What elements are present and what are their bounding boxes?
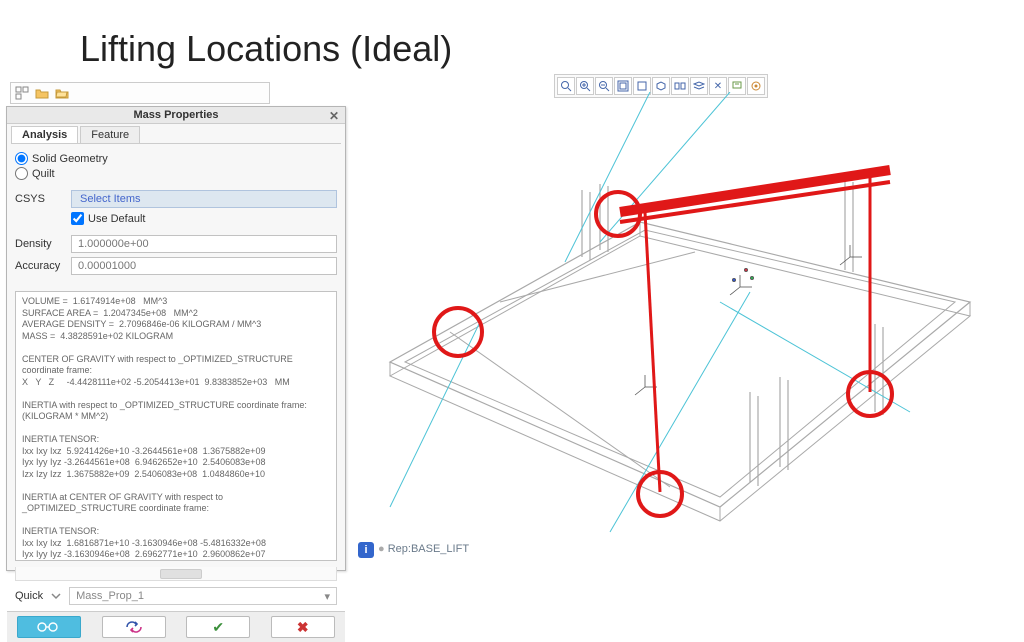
use-default-label: Use Default — [88, 213, 145, 225]
annotation-overlay — [434, 170, 892, 516]
base-frame — [390, 180, 970, 521]
slide-title: Lifting Locations (Ideal) — [80, 28, 452, 70]
accuracy-field[interactable]: 0.00001000 — [71, 257, 337, 275]
dialog-title-bar: Mass Properties ✕ — [7, 107, 345, 124]
mass-properties-dialog: Mass Properties ✕ Analysis Feature Solid… — [6, 106, 346, 571]
accuracy-label: Accuracy — [15, 260, 71, 272]
quick-label: Quick — [15, 590, 43, 602]
radio-quilt-input[interactable] — [15, 167, 28, 180]
density-label: Density — [15, 238, 71, 250]
radio-solid-label: Solid Geometry — [32, 153, 108, 165]
dialog-title: Mass Properties — [134, 109, 219, 121]
check-icon: ✔ — [212, 619, 224, 636]
radio-solid-geometry[interactable]: Solid Geometry — [15, 152, 337, 165]
repeat-button[interactable] — [102, 616, 166, 638]
model-tree-bar — [10, 82, 270, 104]
folder-open-icon[interactable] — [55, 86, 69, 100]
x-icon: ✖ — [297, 619, 309, 636]
csys-glyph-center — [730, 268, 754, 295]
quick-dropdown-icon[interactable] — [49, 589, 63, 603]
cancel-button[interactable]: ✖ — [271, 616, 335, 638]
radio-solid-input[interactable] — [15, 152, 28, 165]
tab-feature[interactable]: Feature — [80, 126, 140, 143]
use-default-checkbox[interactable] — [71, 212, 84, 225]
csys-glyph-right — [840, 245, 862, 265]
radio-quilt[interactable]: Quilt — [15, 167, 337, 180]
tab-analysis[interactable]: Analysis — [11, 126, 78, 143]
tab-strip: Analysis Feature — [11, 126, 341, 144]
tree-icon[interactable] — [15, 86, 29, 100]
use-default-row[interactable]: Use Default — [71, 212, 337, 225]
density-field[interactable]: 1.000000e+00 — [71, 235, 337, 253]
csys-label: CSYS — [15, 193, 71, 205]
model-viewport[interactable] — [350, 92, 1020, 552]
csys-select-items[interactable]: Select Items — [71, 190, 337, 208]
ok-button[interactable]: ✔ — [186, 616, 250, 638]
results-scrollbar[interactable] — [15, 567, 337, 581]
close-icon[interactable]: ✕ — [329, 109, 339, 123]
results-text[interactable]: VOLUME = 1.6174914e+08 MM^3 SURFACE AREA… — [15, 291, 337, 561]
preview-button[interactable] — [17, 616, 81, 638]
folder-icon[interactable] — [35, 86, 49, 100]
dialog-button-bar: ✔ ✖ — [7, 611, 345, 642]
quick-name-field[interactable]: Mass_Prop_1 — [69, 587, 337, 605]
radio-quilt-label: Quilt — [32, 168, 55, 180]
